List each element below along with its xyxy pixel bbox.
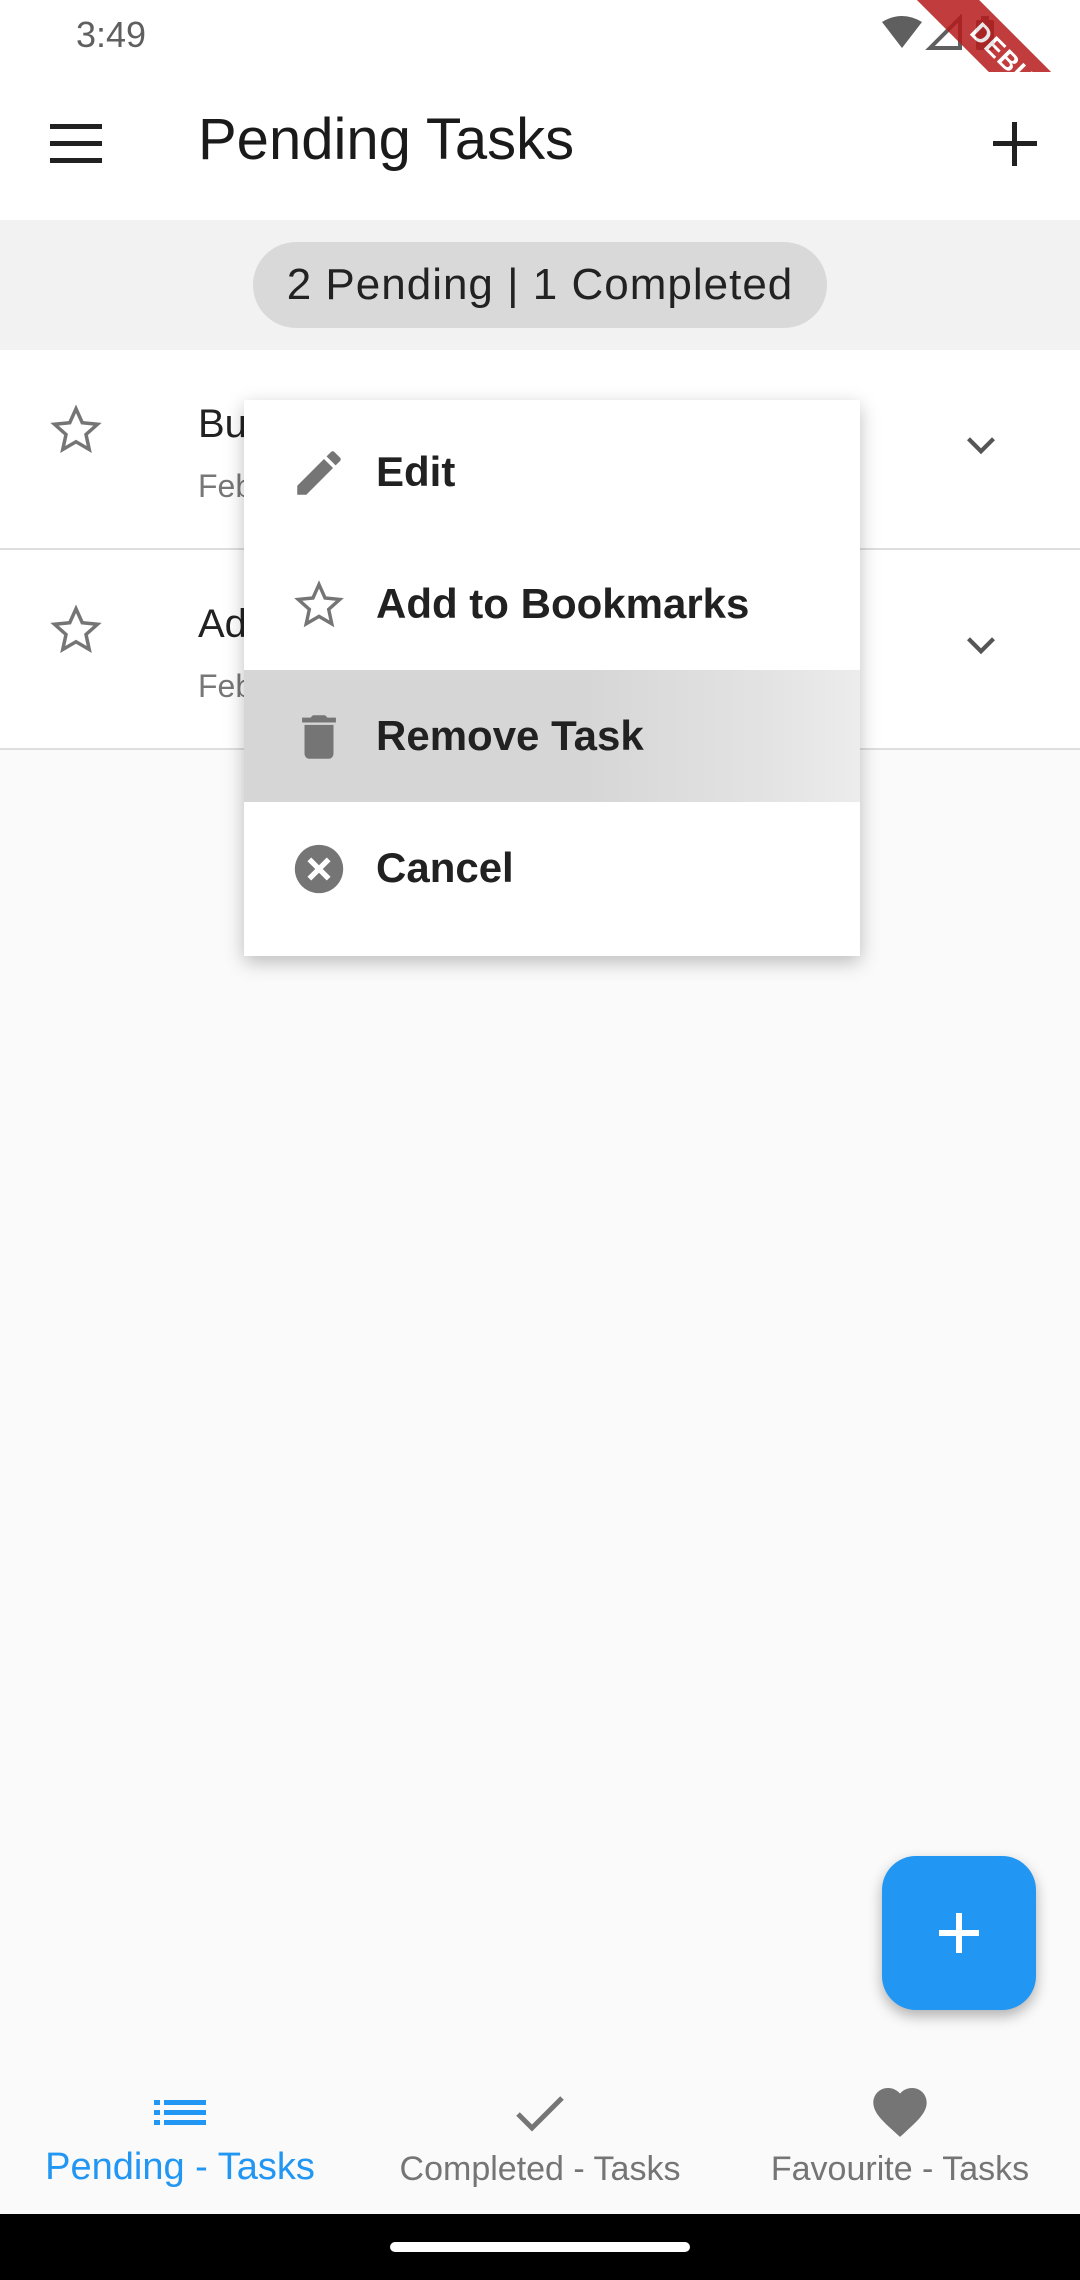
menu-item-label: Cancel	[376, 844, 514, 891]
summary-strip: 2 Pending | 1 Completed	[0, 220, 1080, 350]
nav-completed-tasks[interactable]: Completed - Tasks	[360, 2060, 720, 2214]
heart-icon	[873, 2088, 927, 2137]
star-outline-icon[interactable]	[46, 400, 106, 460]
home-gesture-handle[interactable]	[390, 2242, 690, 2252]
task-title: Bu	[198, 402, 247, 446]
menu-item-remove-task[interactable]: Remove Task	[244, 670, 860, 802]
menu-item-edit[interactable]: Edit	[244, 406, 860, 538]
wifi-icon	[882, 16, 922, 48]
hamburger-menu-icon[interactable]	[40, 112, 112, 176]
star-outline-icon	[294, 580, 344, 628]
nav-favourite-tasks[interactable]: Favourite - Tasks	[720, 2060, 1080, 2214]
menu-item-label: Add to Bookmarks	[376, 580, 750, 627]
menu-item-label: Edit	[376, 448, 456, 495]
cancel-circle-icon	[294, 844, 344, 894]
nav-label: Pending - Tasks	[45, 2146, 315, 2188]
system-gesture-bar	[0, 2214, 1080, 2280]
chevron-down-icon[interactable]	[956, 620, 1006, 670]
task-context-menu: Edit Add to Bookmarks Remove Task Cancel	[244, 400, 860, 956]
nav-label: Completed - Tasks	[399, 2150, 681, 2188]
nav-pending-tasks[interactable]: Pending - Tasks	[0, 2060, 360, 2214]
menu-item-add-bookmark[interactable]: Add to Bookmarks	[244, 538, 860, 670]
add-icon[interactable]	[980, 108, 1050, 178]
app-bar: Pending Tasks	[0, 72, 1080, 220]
menu-item-label: Remove Task	[376, 712, 644, 759]
list-icon	[154, 2100, 206, 2125]
summary-chip: 2 Pending | 1 Completed	[253, 242, 827, 328]
task-title: Ad	[198, 602, 247, 646]
check-icon	[516, 2096, 564, 2132]
trash-icon	[302, 715, 336, 759]
star-outline-icon[interactable]	[46, 600, 106, 660]
chevron-down-icon[interactable]	[956, 420, 1006, 470]
menu-item-cancel[interactable]: Cancel	[244, 802, 860, 934]
plus-icon	[939, 1913, 979, 1953]
status-time: 3:49	[76, 14, 147, 55]
pencil-icon	[297, 451, 341, 495]
status-bar: 3:49	[0, 0, 1080, 72]
nav-label: Favourite - Tasks	[770, 2150, 1030, 2188]
bottom-navigation: Pending - Tasks Completed - Tasks Favour…	[0, 2060, 1080, 2214]
page-title: Pending Tasks	[198, 107, 575, 172]
add-task-fab[interactable]	[882, 1856, 1036, 2010]
